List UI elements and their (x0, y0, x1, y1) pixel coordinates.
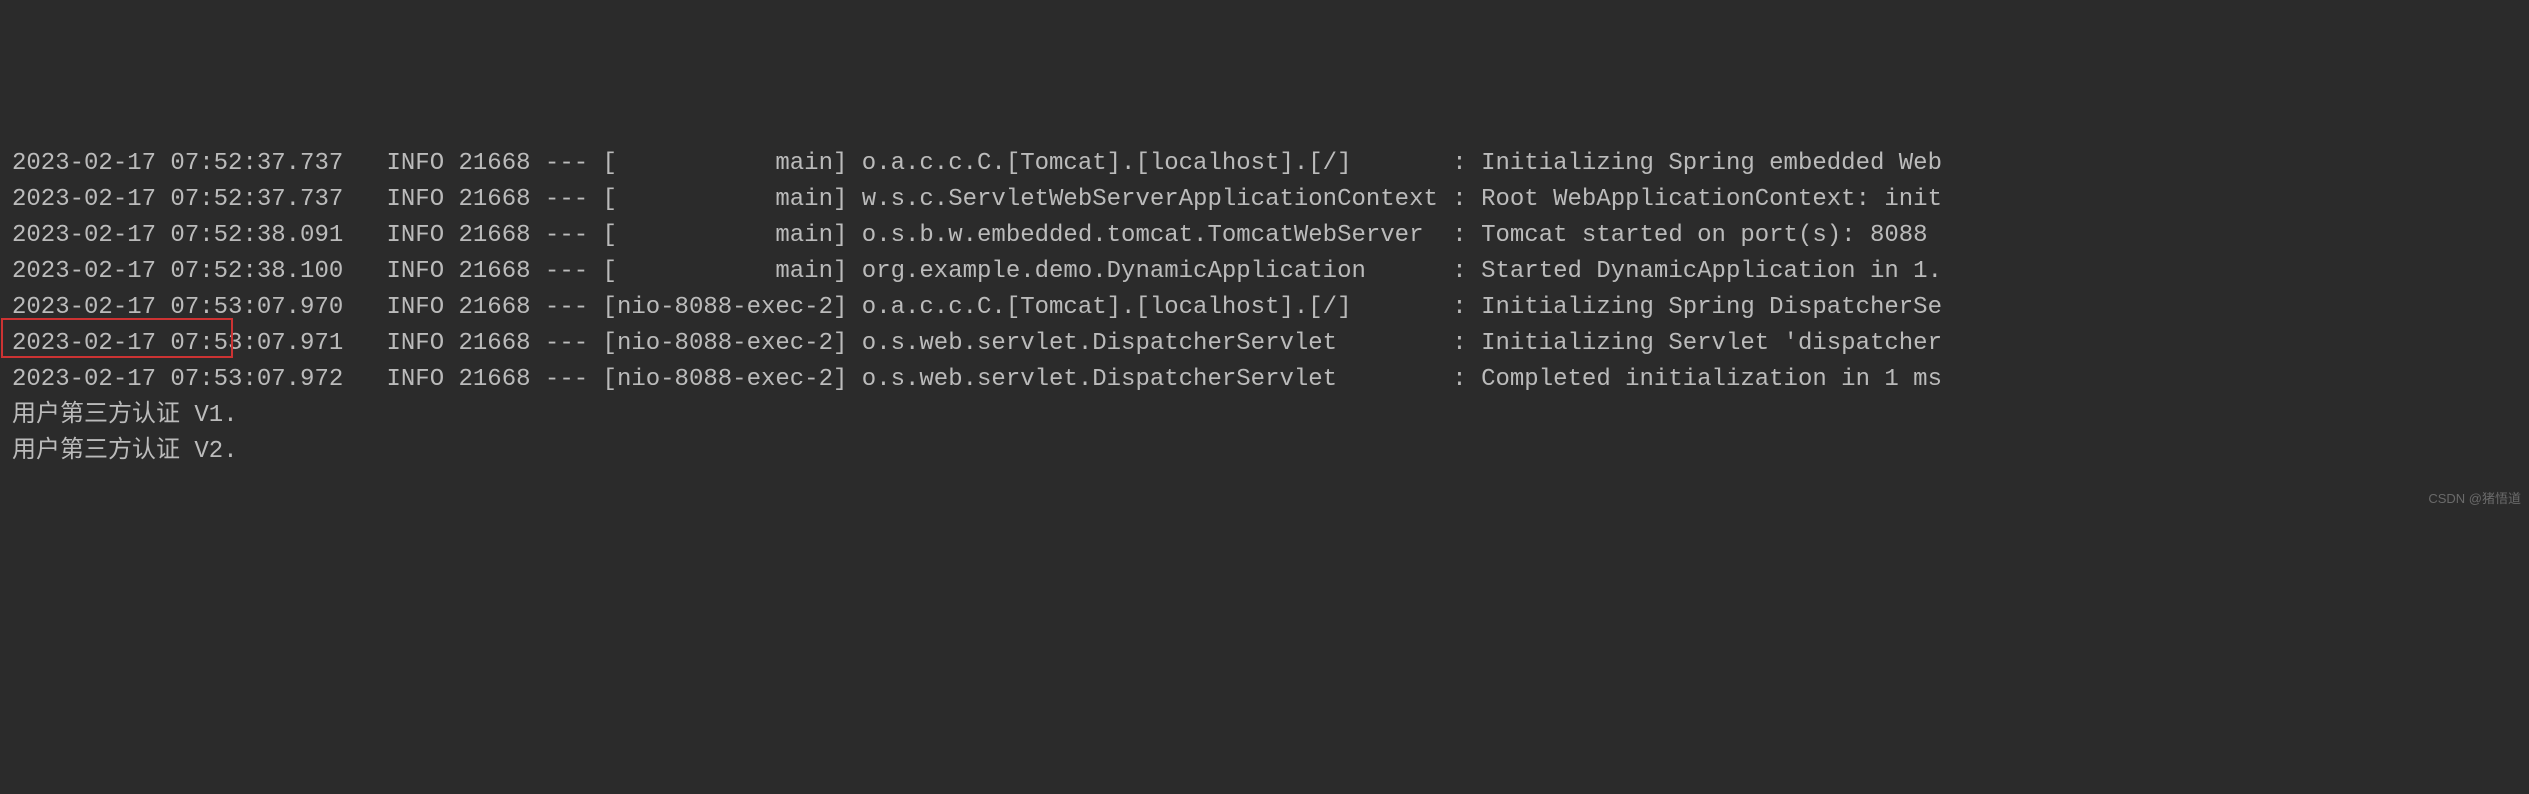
log-line: 2023-02-17 07:53:07.971 INFO 21668 --- [… (12, 326, 2517, 362)
log-sep: --- (545, 150, 588, 177)
log-logger: org.example.demo.DynamicApplication (862, 258, 1438, 285)
log-line: 2023-02-17 07:53:07.970 INFO 21668 --- [… (12, 290, 2517, 326)
log-timestamp: 2023-02-17 07:52:37.737 (12, 150, 343, 177)
log-logger: o.a.c.c.C.[Tomcat].[localhost].[/] (862, 294, 1438, 321)
log-pid: 21668 (459, 294, 531, 321)
log-timestamp: 2023-02-17 07:53:07.971 (12, 330, 343, 357)
output-line: 用户第三方认证 V1. (12, 398, 2517, 434)
log-level: INFO (386, 294, 444, 321)
log-timestamp: 2023-02-17 07:52:38.091 (12, 222, 343, 249)
log-sep: --- (545, 222, 588, 249)
log-thread: [ main] (603, 258, 848, 285)
log-pid: 21668 (459, 186, 531, 213)
log-pid: 21668 (459, 330, 531, 357)
output-line: 用户第三方认证 V2. (12, 434, 2517, 470)
log-logger: o.s.b.w.embedded.tomcat.TomcatWebServer (862, 222, 1438, 249)
log-message: : Initializing Spring DispatcherSe (1452, 294, 1942, 321)
log-sep: --- (545, 366, 588, 393)
log-message: : Root WebApplicationContext: init (1452, 186, 1942, 213)
log-thread: [nio-8088-exec-2] (603, 294, 848, 321)
console-output: 2023-02-17 07:52:37.737 INFO 21668 --- [… (12, 146, 2517, 470)
log-logger: o.a.c.c.C.[Tomcat].[localhost].[/] (862, 150, 1438, 177)
log-message: : Completed initialization in 1 ms (1452, 366, 1942, 393)
log-pid: 21668 (459, 258, 531, 285)
log-message: : Tomcat started on port(s): 8088 (1452, 222, 1942, 249)
log-sep: --- (545, 330, 588, 357)
log-line: 2023-02-17 07:52:37.737 INFO 21668 --- [… (12, 146, 2517, 182)
log-thread: [ main] (603, 186, 848, 213)
log-timestamp: 2023-02-17 07:52:37.737 (12, 186, 343, 213)
log-level: INFO (386, 366, 444, 393)
log-level: INFO (386, 150, 444, 177)
log-line: 2023-02-17 07:52:37.737 INFO 21668 --- [… (12, 182, 2517, 218)
log-level: INFO (386, 186, 444, 213)
log-level: INFO (386, 258, 444, 285)
log-line: 2023-02-17 07:53:07.972 INFO 21668 --- [… (12, 362, 2517, 398)
log-message: : Initializing Servlet 'dispatcher (1452, 330, 1942, 357)
log-thread: [nio-8088-exec-2] (603, 366, 848, 393)
log-timestamp: 2023-02-17 07:52:38.100 (12, 258, 343, 285)
log-logger: o.s.web.servlet.DispatcherServlet (862, 330, 1438, 357)
log-level: INFO (386, 330, 444, 357)
log-timestamp: 2023-02-17 07:53:07.970 (12, 294, 343, 321)
log-timestamp: 2023-02-17 07:53:07.972 (12, 366, 343, 393)
log-sep: --- (545, 294, 588, 321)
log-thread: [ main] (603, 150, 848, 177)
log-message: : Started DynamicApplication in 1. (1452, 258, 1942, 285)
log-level: INFO (386, 222, 444, 249)
log-line: 2023-02-17 07:52:38.100 INFO 21668 --- [… (12, 254, 2517, 290)
log-logger: o.s.web.servlet.DispatcherServlet (862, 366, 1438, 393)
log-logger: w.s.c.ServletWebServerApplicationContext (862, 186, 1438, 213)
log-line: 2023-02-17 07:52:38.091 INFO 21668 --- [… (12, 218, 2517, 254)
log-pid: 21668 (459, 222, 531, 249)
log-sep: --- (545, 258, 588, 285)
log-sep: --- (545, 186, 588, 213)
log-pid: 21668 (459, 150, 531, 177)
log-pid: 21668 (459, 366, 531, 393)
log-message: : Initializing Spring embedded Web (1452, 150, 1942, 177)
log-thread: [ main] (603, 222, 848, 249)
log-thread: [nio-8088-exec-2] (603, 330, 848, 357)
watermark-text: CSDN @猪悟道 (2428, 489, 2521, 509)
